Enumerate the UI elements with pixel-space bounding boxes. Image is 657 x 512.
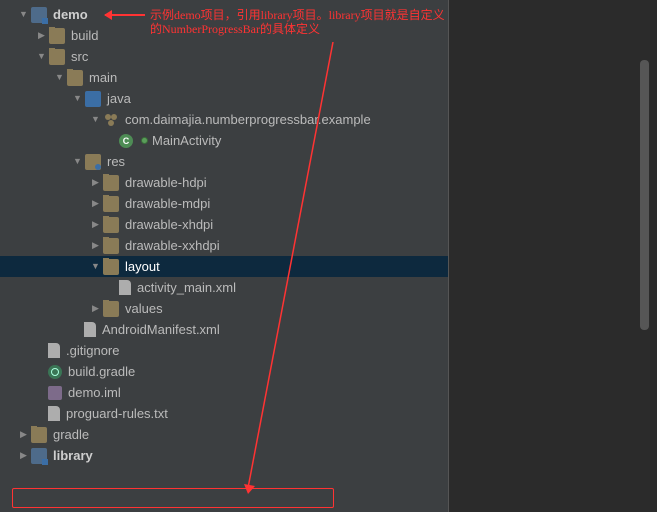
tree-node-drawable-xxhdpi[interactable]: drawable-xxhdpi xyxy=(0,235,448,256)
package-icon xyxy=(103,112,119,128)
module-icon xyxy=(31,7,47,23)
gradle-icon xyxy=(48,365,62,379)
tree-node-main[interactable]: main xyxy=(0,67,448,88)
tree-node-activity-main[interactable]: activity_main.xml xyxy=(0,277,448,298)
node-label: java xyxy=(107,88,131,109)
tree-node-gitignore[interactable]: .gitignore xyxy=(0,340,448,361)
expand-arrow-icon[interactable] xyxy=(90,235,101,256)
node-label: AndroidManifest.xml xyxy=(102,319,220,340)
tree-node-drawable-mdpi[interactable]: drawable-mdpi xyxy=(0,193,448,214)
folder-icon xyxy=(103,259,119,275)
tree-node-drawable-hdpi[interactable]: drawable-hdpi xyxy=(0,172,448,193)
expand-arrow-icon[interactable] xyxy=(18,445,29,466)
expand-arrow-icon[interactable] xyxy=(36,25,47,46)
node-label: library xyxy=(53,445,93,466)
editor-panel xyxy=(449,0,657,512)
folder-icon xyxy=(103,196,119,212)
tree-node-mainactivity[interactable]: MainActivity xyxy=(0,130,448,151)
node-label: .gitignore xyxy=(66,340,119,361)
node-label: src xyxy=(71,46,88,67)
tree-node-layout[interactable]: layout xyxy=(0,256,448,277)
expand-arrow-icon[interactable] xyxy=(18,424,29,445)
project-tree-panel: demo build src main java xyxy=(0,0,449,512)
node-label: drawable-hdpi xyxy=(125,172,207,193)
tree-node-drawable-xhdpi[interactable]: drawable-xhdpi xyxy=(0,214,448,235)
expand-arrow-icon[interactable] xyxy=(90,256,101,277)
folder-icon xyxy=(103,301,119,317)
xml-file-icon xyxy=(84,322,96,337)
iml-file-icon xyxy=(48,386,62,400)
node-label: values xyxy=(125,298,163,319)
xml-file-icon xyxy=(119,280,131,295)
node-label: demo xyxy=(53,4,88,25)
tree-node-res[interactable]: res xyxy=(0,151,448,172)
annotation-arrow-icon xyxy=(105,14,145,16)
node-label: activity_main.xml xyxy=(137,277,236,298)
node-label: layout xyxy=(125,256,160,277)
tree-node-demo[interactable]: demo xyxy=(0,4,448,25)
node-label: MainActivity xyxy=(152,130,221,151)
node-label: demo.iml xyxy=(68,382,121,403)
expand-arrow-icon[interactable] xyxy=(90,214,101,235)
tree-node-package[interactable]: com.daimajia.numberprogressbar.example xyxy=(0,109,448,130)
folder-icon xyxy=(49,28,65,44)
node-label: proguard-rules.txt xyxy=(66,403,168,424)
tree-node-demo-iml[interactable]: demo.iml xyxy=(0,382,448,403)
expand-arrow-icon[interactable] xyxy=(36,46,47,67)
class-icon xyxy=(119,134,133,148)
folder-icon xyxy=(103,217,119,233)
expand-arrow-icon[interactable] xyxy=(90,298,101,319)
file-icon xyxy=(48,343,60,358)
expand-arrow-icon[interactable] xyxy=(72,151,83,172)
expand-arrow-icon[interactable] xyxy=(54,67,65,88)
node-label: build.gradle xyxy=(68,361,135,382)
node-label: build xyxy=(71,25,98,46)
expand-arrow-icon[interactable] xyxy=(90,193,101,214)
expand-arrow-icon[interactable] xyxy=(18,4,29,25)
folder-icon xyxy=(103,238,119,254)
project-tree[interactable]: demo build src main java xyxy=(0,0,448,466)
expand-arrow-icon[interactable] xyxy=(90,109,101,130)
folder-icon xyxy=(67,70,83,86)
expand-arrow-icon[interactable] xyxy=(90,172,101,193)
tree-node-library[interactable]: library xyxy=(0,445,448,466)
scrollbar-thumb[interactable] xyxy=(640,60,649,330)
node-label: drawable-xxhdpi xyxy=(125,235,220,256)
node-label: com.daimajia.numberprogressbar.example xyxy=(125,109,371,130)
node-label: main xyxy=(89,67,117,88)
node-label: drawable-xhdpi xyxy=(125,214,213,235)
file-icon xyxy=(48,406,60,421)
node-label: gradle xyxy=(53,424,89,445)
tree-node-build[interactable]: build xyxy=(0,25,448,46)
tree-node-build-gradle[interactable]: build.gradle xyxy=(0,361,448,382)
source-folder-icon xyxy=(85,91,101,107)
node-label: drawable-mdpi xyxy=(125,193,210,214)
tree-node-proguard[interactable]: proguard-rules.txt xyxy=(0,403,448,424)
resource-folder-icon xyxy=(85,154,101,170)
folder-icon xyxy=(49,49,65,65)
tree-node-values[interactable]: values xyxy=(0,298,448,319)
folder-icon xyxy=(103,175,119,191)
expand-arrow-icon[interactable] xyxy=(72,88,83,109)
node-label: res xyxy=(107,151,125,172)
tree-node-gradle[interactable]: gradle xyxy=(0,424,448,445)
module-icon xyxy=(31,448,47,464)
folder-icon xyxy=(31,427,47,443)
tree-node-src[interactable]: src xyxy=(0,46,448,67)
run-badge-icon xyxy=(141,137,148,144)
tree-node-java[interactable]: java xyxy=(0,88,448,109)
tree-node-manifest[interactable]: AndroidManifest.xml xyxy=(0,319,448,340)
